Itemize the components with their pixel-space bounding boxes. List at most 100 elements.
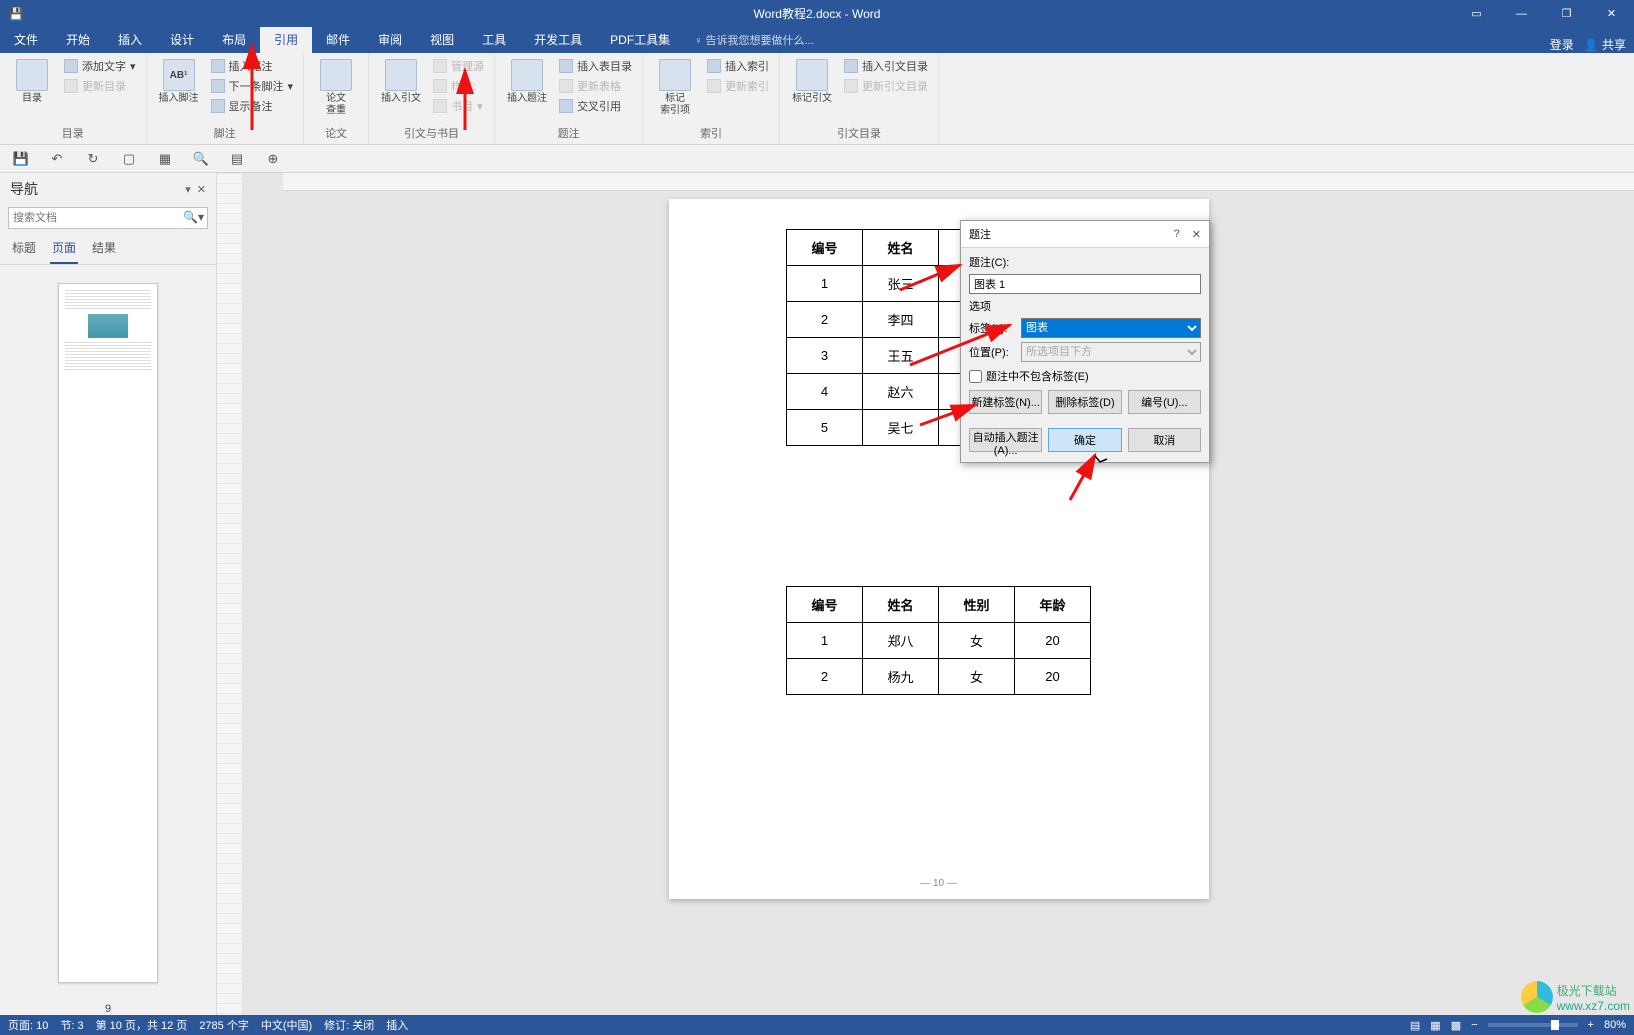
tab-tools[interactable]: 工具 xyxy=(468,26,520,53)
tab-review[interactable]: 审阅 xyxy=(364,26,416,53)
manage-sources-label: 管理源 xyxy=(451,58,484,74)
minimize-button[interactable]: — xyxy=(1499,0,1544,27)
nav-dropdown-icon[interactable]: ▾ xyxy=(185,183,191,196)
show-notes-button[interactable]: 显示备注 xyxy=(209,97,296,115)
dialog-help-icon[interactable]: ? xyxy=(1174,228,1180,241)
share-button[interactable]: 👤 共享 xyxy=(1584,36,1626,53)
tab-insert[interactable]: 插入 xyxy=(104,26,156,53)
nav-close-icon[interactable]: ✕ xyxy=(197,183,206,196)
ok-button[interactable]: 确定 xyxy=(1048,428,1121,452)
group-toa: 引文目录 xyxy=(788,123,930,144)
toc-button[interactable]: 目录 xyxy=(8,57,56,107)
table-cell: 吴七 xyxy=(863,410,939,446)
search-input[interactable] xyxy=(8,207,208,229)
position-label: 位置(P): xyxy=(969,344,1017,360)
insert-index-button[interactable]: 插入索引 xyxy=(705,57,771,75)
insert-footnote-button[interactable]: AB¹插入脚注 xyxy=(155,57,203,107)
tell-me[interactable]: ♀ 告诉我您想要做什么... xyxy=(684,27,823,53)
table-cell: 3 xyxy=(787,338,863,374)
nav-tab-pages[interactable]: 页面 xyxy=(50,235,78,264)
ribbon-options-icon[interactable]: ▭ xyxy=(1454,0,1499,27)
insert-tof-button[interactable]: 插入表目录 xyxy=(557,57,634,75)
next-footnote-button[interactable]: 下一条脚注 ▾ xyxy=(209,77,296,95)
highlight-icon[interactable]: ▦ xyxy=(156,150,174,168)
zoom-icon[interactable]: ⊕ xyxy=(264,150,282,168)
status-track[interactable]: 修订: 关闭 xyxy=(324,1017,374,1033)
save-icon[interactable]: 💾 xyxy=(12,150,30,168)
group-citations: 引文与书目 xyxy=(377,123,486,144)
tab-design[interactable]: 设计 xyxy=(156,26,208,53)
status-page[interactable]: 页面: 10 xyxy=(8,1017,48,1033)
status-position[interactable]: 第 10 页，共 12 页 xyxy=(96,1017,188,1033)
auto-caption-button[interactable]: 自动插入题注(A)... xyxy=(969,428,1042,452)
horizontal-ruler xyxy=(283,173,1634,191)
exclude-label: 题注中不包含标签(E) xyxy=(986,368,1089,384)
style-button[interactable]: 样式: xyxy=(431,77,486,95)
update-index-button[interactable]: 更新索引 xyxy=(705,77,771,95)
table-cell: 20 xyxy=(1015,623,1091,659)
zoom-level[interactable]: 80% xyxy=(1604,1019,1626,1031)
manage-sources-button[interactable]: 管理源 xyxy=(431,57,486,75)
caption-input[interactable] xyxy=(969,274,1201,294)
zoom-out-icon[interactable]: − xyxy=(1471,1019,1477,1031)
zoom-in-icon[interactable]: + xyxy=(1588,1019,1594,1031)
nav-tab-headings[interactable]: 标题 xyxy=(10,235,38,264)
dialog-close-icon[interactable]: ✕ xyxy=(1192,228,1201,241)
zoom-slider[interactable] xyxy=(1488,1023,1578,1027)
tab-layout[interactable]: 布局 xyxy=(208,26,260,53)
mark-index-button[interactable]: 标记 索引项 xyxy=(651,57,699,119)
undo-icon[interactable]: ↶ xyxy=(48,150,66,168)
table-2[interactable]: 编号姓名性别年龄 1郑八女202杨九女20 xyxy=(786,586,1091,695)
insert-endnote-button[interactable]: 插入尾注 xyxy=(209,57,296,75)
update-table-button[interactable]: 更新表格 xyxy=(557,77,634,95)
tab-file[interactable]: 文件 xyxy=(0,26,52,53)
insert-caption-button[interactable]: 插入题注 xyxy=(503,57,551,107)
paper-check-button[interactable]: 论文 查重 xyxy=(312,57,360,119)
search-icon[interactable]: 🔍▾ xyxy=(183,210,204,224)
status-insert[interactable]: 插入 xyxy=(386,1017,408,1033)
cancel-button[interactable]: 取消 xyxy=(1128,428,1201,452)
insert-toa-button[interactable]: 插入引文目录 xyxy=(842,57,930,75)
exclude-checkbox[interactable] xyxy=(969,370,982,383)
new-icon[interactable]: ▢ xyxy=(120,150,138,168)
bibliography-button[interactable]: 书目 ▾ xyxy=(431,97,486,115)
view-web-icon[interactable]: ▩ xyxy=(1451,1019,1461,1032)
status-lang[interactable]: 中文(中国) xyxy=(261,1017,312,1033)
new-label-button[interactable]: 新建标签(N)... xyxy=(969,390,1042,414)
vertical-ruler xyxy=(217,173,243,1015)
tab-references[interactable]: 引用 xyxy=(260,26,312,53)
tab-mail[interactable]: 邮件 xyxy=(312,26,364,53)
find-icon[interactable]: 🔍 xyxy=(192,150,210,168)
update-toc-button[interactable]: 更新目录 xyxy=(62,77,138,95)
save-icon[interactable]: 💾 xyxy=(0,7,32,21)
redo-icon[interactable]: ↻ xyxy=(84,150,102,168)
insert-citation-button[interactable]: 插入引文 xyxy=(377,57,425,107)
numbering-button[interactable]: 编号(U)... xyxy=(1128,390,1201,414)
mark-index-label: 标记 索引项 xyxy=(660,93,690,117)
label-select[interactable]: 图表 xyxy=(1021,318,1201,338)
thumbnails[interactable]: 9 10 11 xyxy=(0,265,216,1015)
add-text-button[interactable]: 添加文字 ▾ xyxy=(62,57,138,75)
tab-dev[interactable]: 开发工具 xyxy=(520,26,596,53)
delete-label-button[interactable]: 删除标签(D) xyxy=(1048,390,1121,414)
status-chars[interactable]: 2785 个字 xyxy=(199,1017,249,1033)
login-button[interactable]: 登录 xyxy=(1550,36,1574,53)
position-select[interactable]: 所选项目下方 xyxy=(1021,342,1201,362)
tab-view[interactable]: 视图 xyxy=(416,26,468,53)
share-label: 共享 xyxy=(1602,38,1626,52)
mark-citation-button[interactable]: 标记引文 xyxy=(788,57,836,107)
tab-home[interactable]: 开始 xyxy=(52,26,104,53)
view-read-icon[interactable]: ▤ xyxy=(1410,1019,1420,1032)
cross-reference-button[interactable]: 交叉引用 xyxy=(557,97,634,115)
status-section[interactable]: 节: 3 xyxy=(60,1017,83,1033)
document-area[interactable]: 编号姓名性别年龄 1张三男182李四男193王五女184赵六男195吴七男20 … xyxy=(243,173,1634,1015)
layout-icon[interactable]: ▤ xyxy=(228,150,246,168)
view-print-icon[interactable]: ▦ xyxy=(1430,1019,1440,1032)
thumb-9[interactable]: 9 xyxy=(58,275,158,1015)
close-button[interactable]: ✕ xyxy=(1589,0,1634,27)
tab-pdf[interactable]: PDF工具集 xyxy=(596,26,684,53)
nav-tab-results[interactable]: 结果 xyxy=(90,235,118,264)
update-toa-button[interactable]: 更新引文目录 xyxy=(842,77,930,95)
restore-button[interactable]: ❐ xyxy=(1544,0,1589,27)
group-caption: 题注 xyxy=(503,123,634,144)
